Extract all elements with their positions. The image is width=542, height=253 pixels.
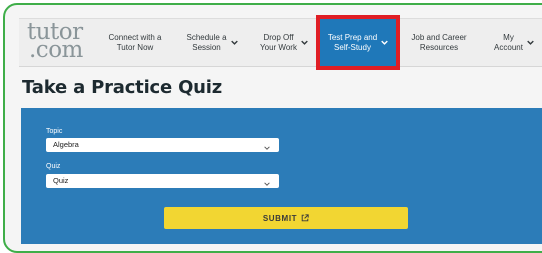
nav-connect-tutor-label2: Tutor Now bbox=[116, 42, 154, 52]
page-title: Take a Practice Quiz bbox=[22, 77, 223, 98]
external-link-icon bbox=[301, 214, 309, 222]
chevron-down-icon bbox=[301, 39, 308, 46]
nav-schedule-session-label1: Schedule a bbox=[186, 32, 227, 42]
nav-my-account[interactable]: My Account bbox=[485, 19, 542, 66]
quiz-select-value: Quiz bbox=[53, 176, 69, 185]
quiz-label: Quiz bbox=[46, 163, 61, 170]
nav-test-prep-self-study[interactable]: Test Prep and Self-Study bbox=[316, 15, 400, 70]
nav-connect-tutor[interactable]: Connect with a Tutor Now bbox=[97, 19, 173, 66]
chevron-down-icon bbox=[264, 142, 270, 150]
nav-job-career-label2: Resources bbox=[419, 42, 459, 52]
nav-schedule-session-label2: Session bbox=[192, 42, 221, 52]
topic-label: Topic bbox=[46, 128, 63, 135]
topic-select-value: Algebra bbox=[53, 140, 79, 149]
logo-text-line2: .com bbox=[29, 37, 83, 63]
app-frame: tutor .com Connect with a Tutor Now Sche… bbox=[3, 3, 542, 253]
top-navigation: tutor .com Connect with a Tutor Now Sche… bbox=[19, 15, 542, 70]
nav-job-career-resources[interactable]: Job and Career Resources bbox=[403, 19, 475, 66]
chevron-down-icon bbox=[264, 178, 270, 186]
quiz-select[interactable]: Quiz bbox=[46, 174, 279, 188]
chevron-down-icon bbox=[381, 39, 388, 46]
nav-test-prep-label2: Self-Study bbox=[334, 42, 371, 52]
nav-schedule-session[interactable]: Schedule a Session bbox=[179, 19, 245, 66]
submit-button[interactable]: SUBMIT bbox=[164, 207, 408, 229]
chevron-down-icon bbox=[527, 39, 534, 46]
nav-drop-off-work-label2: Your Work bbox=[260, 42, 297, 52]
quiz-form-panel: Topic Algebra Quiz Quiz SUBMIT bbox=[21, 108, 542, 244]
chevron-down-icon bbox=[230, 39, 238, 46]
topic-select[interactable]: Algebra bbox=[46, 138, 279, 152]
nav-drop-off-work-label1: Drop Off bbox=[263, 32, 294, 42]
tutor-logo[interactable]: tutor .com bbox=[27, 21, 91, 63]
nav-test-prep-label1: Test Prep and bbox=[327, 32, 378, 42]
submit-button-label: SUBMIT bbox=[262, 213, 298, 223]
nav-my-account-label1: My bbox=[503, 32, 514, 42]
nav-drop-off-work[interactable]: Drop Off Your Work bbox=[250, 19, 318, 66]
nav-job-career-label1: Job and Career bbox=[411, 32, 467, 42]
nav-my-account-label2: Account bbox=[494, 42, 523, 52]
nav-connect-tutor-label1: Connect with a bbox=[108, 32, 162, 42]
